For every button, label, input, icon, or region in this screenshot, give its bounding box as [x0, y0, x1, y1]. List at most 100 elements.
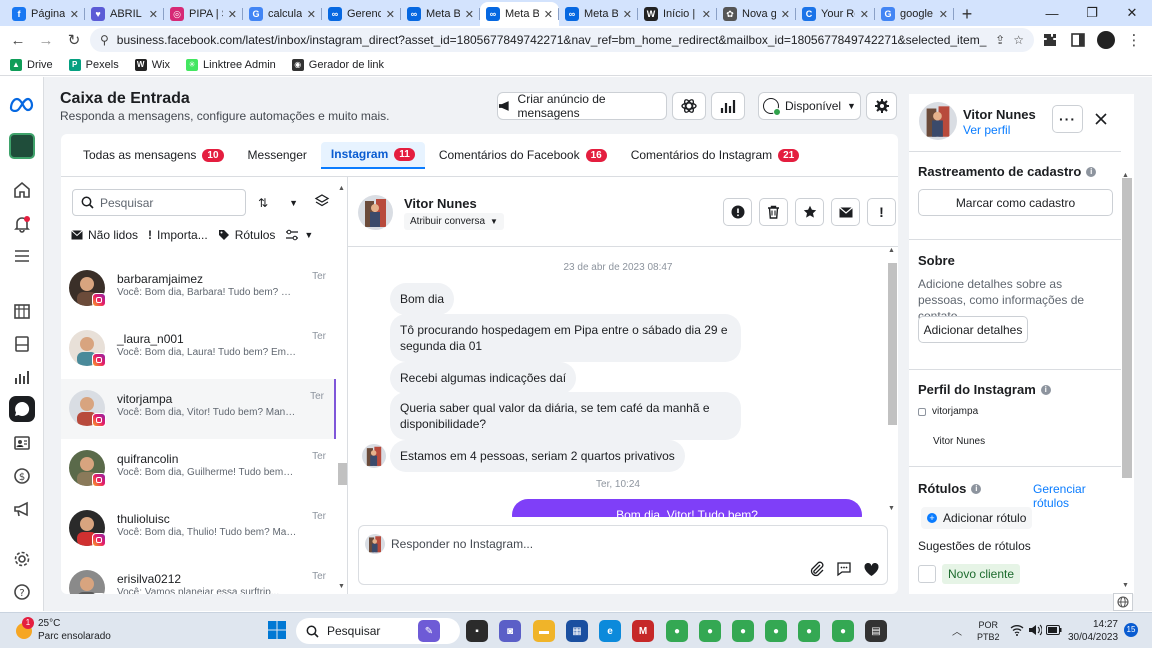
search-input[interactable]: Pesquisar	[100, 196, 153, 210]
availability-dropdown[interactable]: Disponível ▼	[758, 92, 861, 120]
language-globe-icon[interactable]	[1113, 593, 1133, 611]
minimize-icon[interactable]: —	[1032, 0, 1072, 26]
layers-icon[interactable]	[314, 193, 332, 211]
list-scrollbar[interactable]: ▲ ▼	[336, 185, 348, 594]
tab-close-icon[interactable]: ✕	[623, 8, 632, 21]
chrome-app-icon[interactable]: ●	[798, 620, 820, 642]
site-info-icon[interactable]: ⚲	[100, 33, 109, 47]
filter-labels[interactable]: Rótulos	[218, 228, 275, 242]
browser-tab[interactable]: W Início | ✕	[638, 2, 717, 26]
mark-important-button[interactable]: !	[867, 198, 896, 226]
star-button[interactable]	[795, 198, 824, 226]
reload-icon[interactable]: ↻	[62, 28, 86, 52]
page-scrollbar[interactable]: ▲ ▼	[1121, 172, 1133, 592]
new-tab-button[interactable]: +	[954, 2, 980, 26]
antivirus-app-icon[interactable]: M	[632, 620, 654, 642]
insights-icon[interactable]	[9, 364, 35, 390]
create-ad-button[interactable]: Criar anúncio de mensagens	[497, 92, 667, 120]
chrome-app-icon[interactable]: ●	[699, 620, 721, 642]
tab-close-icon[interactable]: ✕	[228, 8, 237, 21]
menu-icon[interactable]	[9, 243, 35, 269]
chrome-app-icon[interactable]: ●	[765, 620, 787, 642]
contact-avatar[interactable]	[358, 195, 393, 230]
heart-icon[interactable]	[863, 561, 881, 579]
attachment-icon[interactable]	[809, 561, 827, 579]
manage-labels-link[interactable]: Gerenciar rótulos	[1033, 482, 1121, 510]
tab-inbox[interactable]: Comentários do Instagram 21	[621, 142, 810, 169]
browser-tab[interactable]: ◎ PIPA | S ✕	[164, 2, 243, 26]
restore-icon[interactable]: ❐	[1072, 0, 1112, 26]
windows-start-icon[interactable]	[268, 621, 286, 639]
notifications-icon[interactable]	[9, 211, 35, 237]
widgets-app-icon[interactable]: ✎	[418, 620, 440, 642]
tab-close-icon[interactable]: ✕	[149, 8, 158, 21]
browser-tab[interactable]: ∞ Gerenc ✕	[322, 2, 401, 26]
file-explorer-app-icon[interactable]: ▬	[533, 620, 555, 642]
browser-tab[interactable]: C Your Re ✕	[796, 2, 875, 26]
edge-app-icon[interactable]: e	[599, 620, 621, 642]
browser-tab[interactable]: Ggoogle ✕	[875, 2, 954, 26]
label-checkbox[interactable]	[918, 565, 936, 583]
tab-close-icon[interactable]: ✕	[465, 8, 474, 21]
browser-tab[interactable]: ∞ Meta B ✕	[401, 2, 480, 26]
close-panel-button[interactable]	[1089, 107, 1113, 131]
clock[interactable]: 14:27 30/04/2023	[1068, 618, 1118, 644]
inbox-icon[interactable]	[9, 396, 35, 422]
automation-button[interactable]	[672, 92, 706, 120]
reply-input[interactable]	[391, 535, 791, 553]
chrome-app-icon[interactable]: ●	[666, 620, 688, 642]
tab-close-icon[interactable]: ✕	[939, 8, 948, 21]
back-icon[interactable]: ←	[6, 28, 30, 52]
tab-close-icon[interactable]: ✕	[702, 8, 711, 21]
planner-icon[interactable]	[9, 298, 35, 324]
profile-avatar[interactable]	[919, 102, 957, 140]
wifi-icon[interactable]	[1010, 624, 1024, 636]
conversation-item[interactable]: erisilva0212 Você: Vamos planejar essa su…	[61, 559, 336, 594]
add-details-button[interactable]: Adicionar detalhes	[918, 316, 1028, 343]
tab-close-icon[interactable]: ✕	[307, 8, 316, 21]
battery-icon[interactable]	[1046, 625, 1062, 635]
extensions-icon[interactable]	[1038, 28, 1062, 52]
url-bar[interactable]: ⚲ business.facebook.com/latest/inbox/ins…	[90, 28, 1034, 52]
sort-dropdown[interactable]: ⇅ ▼	[252, 189, 304, 216]
share-icon[interactable]: ⇪	[995, 33, 1005, 47]
settings-icon[interactable]	[9, 546, 35, 572]
filter-unread[interactable]: Não lidos	[71, 228, 138, 242]
bookmark-item[interactable]: W Wix	[134, 58, 170, 71]
ads-icon[interactable]	[9, 496, 35, 522]
report-spam-button[interactable]	[723, 198, 752, 226]
tab-close-icon[interactable]: ✕	[544, 8, 553, 21]
tab-inbox[interactable]: Todas as mensagens 10	[73, 142, 234, 169]
conversation-item[interactable]: quifrancolin Você: Bom dia, Guilherme! Tu…	[61, 439, 336, 499]
conversation-item[interactable]: _laura_n001 Você: Bom dia, Laura! Tudo be…	[61, 319, 336, 379]
tab-close-icon[interactable]: ✕	[781, 8, 790, 21]
delete-button[interactable]	[759, 198, 788, 226]
more-options-button[interactable]: ···	[1052, 105, 1083, 133]
contacts-icon[interactable]	[9, 430, 35, 456]
tab-inbox[interactable]: Messenger	[238, 142, 317, 169]
side-panel-icon[interactable]	[1066, 28, 1090, 52]
info-icon[interactable]: i	[1086, 166, 1097, 177]
view-profile-link[interactable]: Ver perfil	[963, 123, 1010, 137]
file-viewer-app-icon[interactable]: ▪	[466, 620, 488, 642]
browser-tab[interactable]: f Página ✕	[6, 2, 85, 26]
meta-logo-icon[interactable]	[9, 91, 35, 117]
content-icon[interactable]	[9, 331, 35, 357]
close-window-icon[interactable]: ✕	[1112, 0, 1152, 26]
bookmark-star-icon[interactable]: ☆	[1013, 33, 1024, 47]
label-suggestion-chip[interactable]: Novo cliente	[942, 564, 1021, 584]
browser-tab[interactable]: ∞ Meta B ✕	[559, 2, 638, 26]
notification-count[interactable]: 15	[1124, 623, 1138, 637]
conversation-item[interactable]: vitorjampa Você: Bom dia, Vitor! Tudo bem…	[61, 379, 336, 439]
tab-close-icon[interactable]: ✕	[386, 8, 395, 21]
conversation-item[interactable]: barbaramjaimez Você: Bom dia, Barbara! Tu…	[61, 259, 336, 319]
profile-avatar-icon[interactable]	[1094, 28, 1118, 52]
browser-menu-icon[interactable]: ⋮	[1122, 28, 1146, 52]
mark-as-registration-button[interactable]: Marcar como cadastro	[918, 189, 1113, 216]
volume-icon[interactable]	[1028, 624, 1042, 636]
bookmark-item[interactable]: ▲ Drive	[10, 58, 53, 71]
search-box[interactable]: Pesquisar	[72, 189, 246, 216]
chrome-app-icon[interactable]: ●	[732, 620, 754, 642]
tab-inbox[interactable]: Instagram 11	[320, 141, 425, 169]
mark-unread-button[interactable]	[831, 198, 860, 226]
